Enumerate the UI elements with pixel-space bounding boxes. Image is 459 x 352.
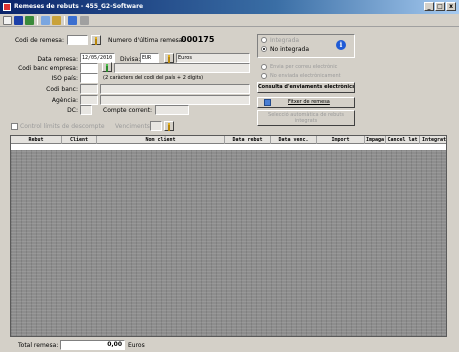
no-integrada-label: No integrada [270, 46, 310, 53]
total-remesa-value: 0,00 [60, 340, 125, 350]
column-data-rebut[interactable]: Data rebut [225, 136, 271, 144]
integrada-label: Integrada [270, 37, 300, 44]
fitxer-icon [264, 99, 271, 106]
app-icon [3, 3, 11, 11]
agencia-name-field [100, 95, 250, 105]
close-button[interactable]: x [446, 2, 456, 11]
codi-remesa-input[interactable] [67, 35, 88, 45]
compte-corrent-field [155, 105, 189, 115]
preview-icon[interactable] [41, 16, 50, 25]
window-titlebar[interactable]: Remeses de rebuts - 455_G2-Software _ □ … [0, 0, 459, 14]
window-title: Remeses de rebuts - 455_G2-Software [14, 3, 144, 10]
column-integrat[interactable]: Integrat [420, 136, 446, 144]
fitxer-remesa-label: Fitxer de remesa [288, 99, 330, 105]
print-icon[interactable] [25, 16, 34, 25]
maximize-button[interactable]: □ [435, 2, 445, 11]
codi-banc-input[interactable] [80, 63, 98, 73]
agencia-label: Agència: [51, 97, 78, 104]
grid-empty-area [11, 150, 446, 336]
new-icon[interactable] [3, 16, 12, 25]
compte-corrent-label: Compte corrent: [103, 107, 152, 114]
column-cancel-lat[interactable]: Cancel lat [386, 136, 420, 144]
toolbar [0, 14, 459, 27]
codi-banc2-field [80, 84, 98, 94]
column-impaga[interactable]: Impaga [365, 136, 386, 144]
numero-ultima-value: 000175 [181, 35, 215, 44]
no-enviada-radio[interactable] [261, 73, 267, 79]
column-rebut[interactable]: Rebut [11, 136, 62, 144]
footer-bar: Total remesa: 0,00 Euros [0, 340, 459, 352]
codi-banc-label: Codi banc empresa: [18, 65, 78, 72]
column-import[interactable]: Import [317, 136, 365, 144]
consulta-enviaments-button[interactable]: Consulta d'enviaments electrònics [257, 82, 355, 93]
grid-header: Rebut Client Nom client Data rebut Data … [11, 136, 446, 144]
refresh-icon[interactable] [52, 16, 61, 25]
divisa-code-input[interactable]: EUR [140, 53, 159, 63]
minimize-button[interactable]: _ [424, 2, 434, 11]
undo-icon[interactable] [68, 16, 77, 25]
column-client[interactable]: Client [62, 136, 97, 144]
column-data-venc[interactable]: Data venc. [271, 136, 317, 144]
no-enviada-label: No enviada electrònicament [270, 73, 341, 79]
venciments-label: Venciments: [115, 123, 152, 130]
iso-pais-label: ISO país: [51, 75, 78, 82]
agencia-field [80, 95, 98, 105]
divisa-label: Divisa: [120, 56, 141, 63]
data-remesa-label: Data remesa: [37, 56, 78, 63]
info-icon[interactable]: i [336, 40, 346, 50]
envia-correu-radio[interactable] [261, 64, 267, 70]
codi-remesa-label: Codi de remesa: [14, 37, 64, 44]
rebuts-grid[interactable]: Rebut Client Nom client Data rebut Data … [10, 135, 447, 337]
codi-banc-lookup-button[interactable] [102, 62, 112, 72]
dc-field [80, 105, 92, 115]
control-limits-label: Control límits de descompte [20, 123, 105, 130]
codi-banc2-name-field [100, 84, 250, 94]
codi-banc-name-field [114, 63, 250, 73]
iso-pais-hint: (2 caràcters del codi del país + 2 dígit… [103, 75, 204, 81]
currency-label: Euros [128, 342, 145, 349]
total-remesa-label: Total remesa: [18, 342, 59, 349]
codi-banc2-label: Codi banc: [46, 86, 78, 93]
iso-pais-input[interactable] [80, 73, 98, 83]
envia-correu-label: Envia per correu electrònic [270, 64, 338, 70]
numero-ultima-label: Numero d'última remesa: [108, 37, 185, 44]
divisa-lookup-button[interactable] [164, 53, 174, 63]
no-integrada-radio[interactable] [261, 46, 267, 52]
help-icon[interactable] [80, 16, 89, 25]
integrada-radio[interactable] [261, 37, 267, 43]
divisa-name-field: Euros [176, 53, 250, 63]
column-nom-client[interactable]: Nom client [97, 136, 225, 144]
fitxer-remesa-button[interactable]: Fitxer de remesa [257, 97, 355, 108]
save-icon[interactable] [14, 16, 23, 25]
venciments-button[interactable] [164, 121, 174, 131]
control-limits-checkbox[interactable] [11, 123, 18, 130]
codi-remesa-lookup-button[interactable] [91, 35, 101, 45]
dc-label: DC: [67, 107, 78, 114]
seleccio-automatica-button[interactable]: Selecció automàtica de rebuts integrats [257, 110, 355, 126]
venciments-input[interactable] [150, 121, 162, 131]
